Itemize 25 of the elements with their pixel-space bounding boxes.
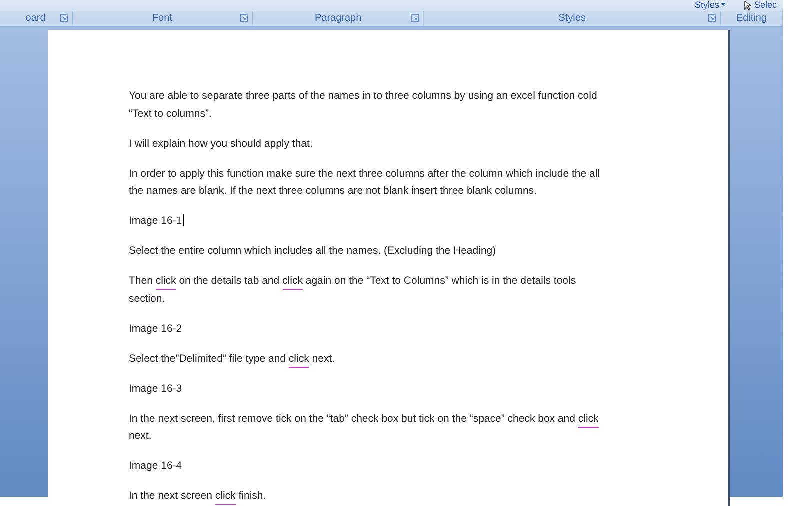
paragraph: In the next screen, first remove tick on the “tab” check box but tick on the “space” check box and click next. <box>129 412 600 444</box>
dialog-launcher-icon[interactable] <box>411 14 420 22</box>
caret-icon <box>721 3 726 7</box>
paragraph: In order to apply this function make sure the next three columns after the column which include the all the names are blank. If the next three columns are not blank insert three blank columns. <box>129 166 602 199</box>
paragraph: In the next screen click finish. <box>129 488 609 506</box>
group-label: Editing <box>736 13 767 24</box>
cursor-icon <box>744 0 752 10</box>
paragraph: Select the entire column which includes all the names. (Excluding the Heading) <box>129 244 498 259</box>
paragraph: Image 16-2 <box>129 322 184 336</box>
paragraph: You are able to separate three parts of the names in to three columns by using an excel function cold “Text to columns”. <box>129 89 598 122</box>
paragraph: Image 16-1 <box>129 213 186 229</box>
select-button[interactable]: Selec <box>742 0 779 10</box>
paragraph: Then click on the details tab and click again on the “Text to Columns” which is in the details tools section. <box>129 274 578 306</box>
group-label: Font <box>152 13 172 24</box>
group-label: Paragraph <box>314 13 362 24</box>
group-label: oard <box>26 13 46 24</box>
paragraph: Image 16-4 <box>129 459 184 474</box>
styles-button[interactable]: Styles <box>692 0 728 10</box>
dialog-launcher-icon[interactable] <box>240 14 248 22</box>
paragraph: I will explain how you should apply that. <box>129 136 314 152</box>
paragraph: Image 16-3 <box>129 382 184 396</box>
dialog-launcher-icon[interactable] <box>60 14 68 22</box>
dialog-launcher-icon[interactable] <box>708 14 716 22</box>
paragraph: Select the”Delimited” file type and click next. <box>129 350 609 368</box>
group-label: Styles <box>558 13 586 24</box>
